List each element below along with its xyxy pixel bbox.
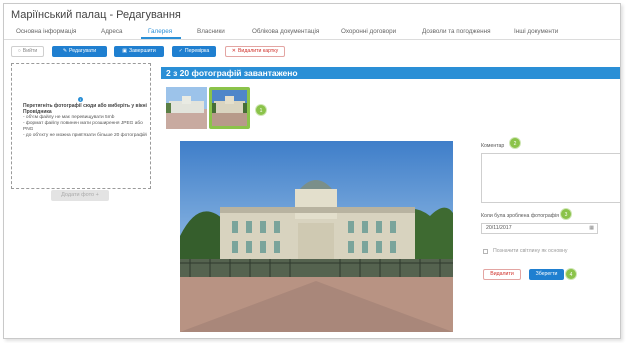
comment-label: Коментар <box>481 143 505 149</box>
save-icon: ▣ <box>122 48 127 54</box>
tab-permits[interactable]: Дозволи та погодження <box>422 28 491 35</box>
upload-counter: 2 з 20 фотографій завантажено <box>161 67 620 79</box>
tab-bar: Основна інформація Адреса Галерея Власни… <box>4 26 620 40</box>
step-marker: 1 <box>255 104 267 116</box>
edit-window: Маріїнський палац - Редагування Основна … <box>3 3 621 339</box>
tab-basic-info[interactable]: Основна інформація <box>16 28 76 35</box>
tab-protection-agreements[interactable]: Охоронні договори <box>341 28 396 35</box>
dropzone-rules: - об'єм файлу не має перевищувати 5mb - … <box>23 115 147 139</box>
save-photo-button[interactable]: Зберегти <box>529 269 564 280</box>
exit-button[interactable]: ○ Вийти <box>11 46 44 57</box>
step-marker: 2 <box>509 137 521 149</box>
calendar-icon[interactable]: ▦ <box>589 224 594 233</box>
comment-textarea[interactable] <box>481 153 620 203</box>
date-input[interactable]: 20/11/2017 ▦ <box>481 223 598 234</box>
photo-dropzone[interactable]: i Перетягніть фотографії сюди або вибері… <box>11 63 151 189</box>
close-icon: ✕ <box>231 48 236 54</box>
tab-address[interactable]: Адреса <box>101 28 123 35</box>
step-marker: 3 <box>560 208 572 220</box>
tab-owners[interactable]: Власники <box>197 28 225 35</box>
finish-button[interactable]: ▣ Завершити <box>114 46 164 57</box>
tab-accounting-docs[interactable]: Облікова документація <box>252 28 319 35</box>
circle-icon: ○ <box>17 48 21 54</box>
step-marker: 4 <box>565 268 577 280</box>
check-button[interactable]: ✓ Перевірка <box>172 46 216 57</box>
window-title: Маріїнський палац - Редагування <box>11 9 181 21</box>
dropzone-rule: - до об'єкту не можна прив'язати більше … <box>23 133 147 138</box>
tab-other-docs[interactable]: Інші документи <box>514 28 558 35</box>
dropzone-rule: - формат файлу повинен мати розширення J… <box>23 121 143 132</box>
photo-thumbnail[interactable] <box>166 87 207 129</box>
main-photo-checkbox[interactable] <box>483 249 488 254</box>
check-icon: ✓ <box>178 48 183 54</box>
add-photo-button[interactable]: Додати фото + <box>51 190 109 201</box>
edit-button[interactable]: ✎ Редагувати <box>52 46 107 57</box>
main-photo-label: Позначити світлину як основну <box>493 248 568 254</box>
tab-gallery[interactable]: Галерея <box>148 28 172 35</box>
active-tab-indicator <box>141 37 181 39</box>
selected-photo <box>180 141 453 332</box>
date-label: Коли була зроблена фотографія <box>481 213 559 219</box>
delete-card-button[interactable]: ✕ Видалити картку <box>225 46 285 57</box>
info-icon: i <box>78 97 83 102</box>
photo-thumbnail-selected[interactable] <box>209 87 250 129</box>
delete-photo-button[interactable]: Видалити <box>483 269 521 280</box>
dropzone-heading: Перетягніть фотографії сюди або виберіть… <box>23 103 147 115</box>
gear-icon: ✎ <box>62 48 68 54</box>
